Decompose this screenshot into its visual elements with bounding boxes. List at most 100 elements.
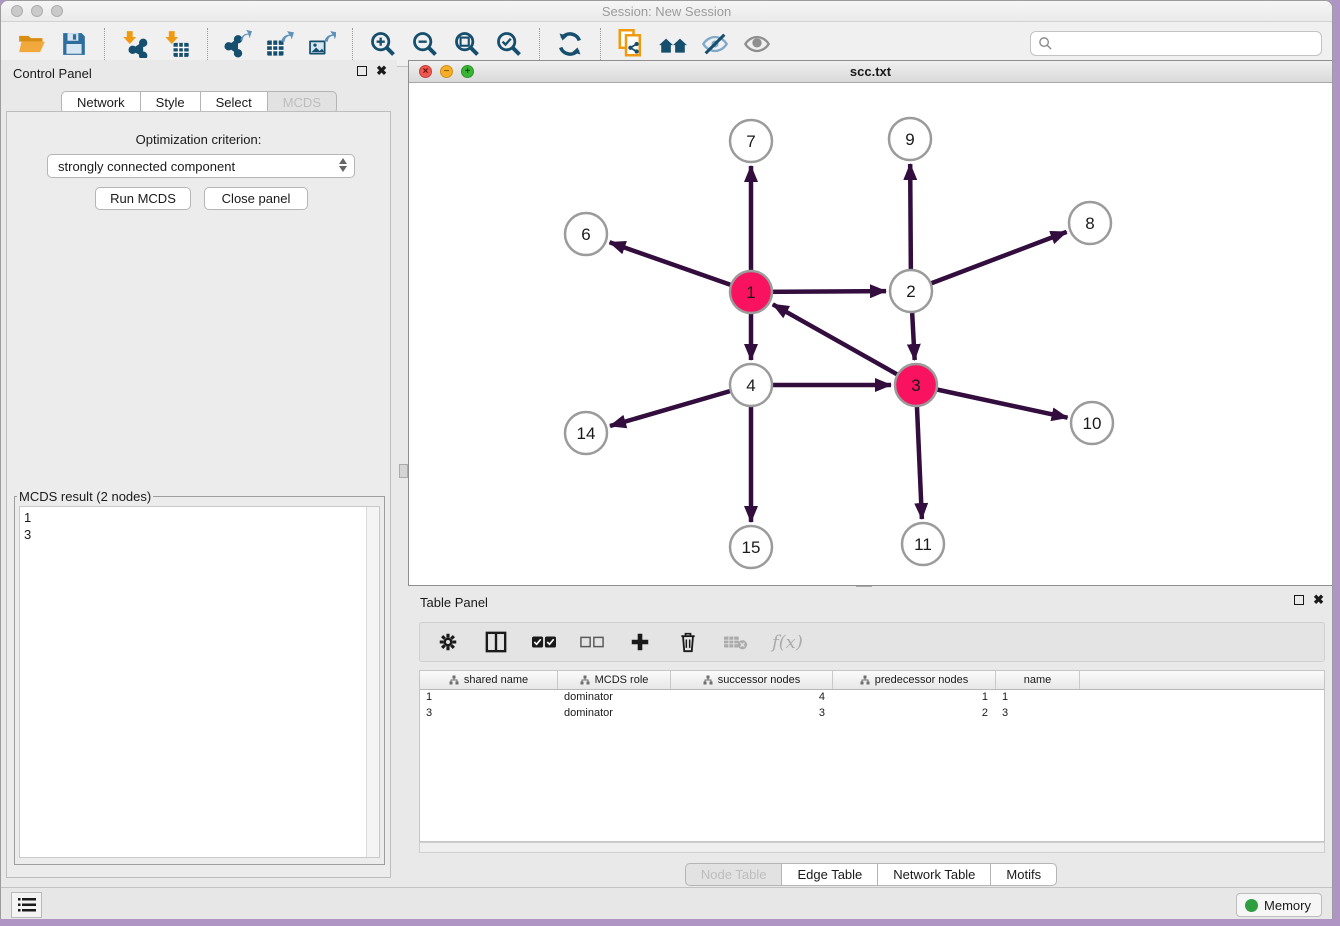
table-tab-motifs[interactable]: Motifs (990, 863, 1057, 886)
node-label-3: 3 (911, 376, 920, 395)
table-settings-icon[interactable] (436, 630, 460, 654)
search-icon (1038, 36, 1053, 51)
table-tabs: Node TableEdge TableNetwork TableMotifs (408, 863, 1333, 886)
cell-mcds-role[interactable]: dominator (558, 706, 671, 722)
close-panel-icon[interactable]: ✖ (376, 66, 387, 76)
mcds-result-title: MCDS result (2 nodes) (17, 489, 153, 504)
table-tab-edge-table[interactable]: Edge Table (781, 863, 878, 886)
close-panel-button[interactable]: Close panel (204, 187, 308, 210)
status-bar: Memory (1, 887, 1332, 919)
control-panel: Control Panel ✖ NetworkStyleSelectMCDS O… (1, 60, 397, 887)
column-header-name[interactable]: name (996, 671, 1080, 689)
split-view-icon[interactable] (484, 630, 508, 654)
select-all-rows-icon[interactable] (532, 630, 556, 654)
table-tab-network-table[interactable]: Network Table (877, 863, 991, 886)
cell-shared-name[interactable]: 3 (420, 706, 558, 722)
zoom-fit-icon[interactable] (452, 29, 482, 59)
edge-3-1[interactable] (773, 304, 916, 385)
mcds-result-fieldset: MCDS result (2 nodes) 13 (14, 489, 385, 865)
mcds-result-line: 3 (24, 526, 375, 543)
panel-divider-grip[interactable] (399, 464, 408, 478)
cell-successor-nodes[interactable]: 3 (671, 706, 833, 722)
column-header-label: shared name (464, 674, 528, 686)
task-list-icon (18, 897, 36, 913)
export-table-icon[interactable] (265, 29, 295, 59)
cell-predecessor-nodes[interactable]: 2 (833, 706, 996, 722)
delete-table-icon (724, 630, 748, 654)
table-tab-node-table[interactable]: Node Table (685, 863, 783, 886)
node-label-10: 10 (1083, 414, 1102, 433)
save-session-icon[interactable] (59, 29, 89, 59)
network-window-title: scc.txt (409, 64, 1332, 79)
network-window: × − + scc.txt 7968124314101511 (408, 60, 1333, 586)
export-image-icon[interactable] (307, 29, 337, 59)
export-network-icon[interactable] (223, 29, 253, 59)
memory-status-icon (1245, 899, 1258, 912)
table-body: 1dominator4113dominator323 (420, 690, 1324, 722)
float-table-panel-icon[interactable] (1294, 595, 1304, 605)
memory-label: Memory (1264, 898, 1311, 913)
cell-mcds-role[interactable]: dominator (558, 690, 671, 706)
result-scrollbar[interactable] (366, 507, 379, 857)
import-network-icon[interactable] (120, 29, 150, 59)
memory-button[interactable]: Memory (1236, 893, 1322, 917)
cell-shared-name[interactable]: 1 (420, 690, 558, 706)
column-header-predecessor-nodes[interactable]: predecessor nodes (833, 671, 996, 689)
table-row[interactable]: 1dominator411 (420, 690, 1324, 706)
table-row[interactable]: 3dominator323 (420, 706, 1324, 722)
optimization-criterion-select[interactable]: strongly connected component (47, 154, 355, 178)
toolbar-separator (600, 28, 601, 60)
optimization-criterion-value: strongly connected component (58, 159, 235, 174)
zoom-in-icon[interactable] (368, 29, 398, 59)
node-label-7: 7 (746, 132, 755, 151)
network-graph[interactable]: 7968124314101511 (409, 83, 1332, 586)
mcds-result-area[interactable]: 13 (19, 506, 380, 858)
open-session-icon[interactable] (17, 29, 47, 59)
table-panel: Table Panel ✖ (408, 587, 1333, 887)
cell-predecessor-nodes[interactable]: 1 (833, 690, 996, 706)
column-header-mcds-role[interactable]: MCDS role (558, 671, 671, 689)
table-horizontal-scrollbar[interactable] (419, 842, 1325, 853)
node-label-15: 15 (742, 538, 761, 557)
node-label-8: 8 (1085, 214, 1094, 233)
zoom-selected-icon[interactable] (494, 29, 524, 59)
column-header-filler (1080, 671, 1324, 689)
search-input[interactable] (1053, 36, 1303, 51)
table-toolbar: f(x) (419, 622, 1325, 662)
home-view-icon[interactable] (658, 29, 688, 59)
run-mcds-button[interactable]: Run MCDS (95, 187, 191, 210)
node-label-11: 11 (914, 535, 932, 554)
column-tree-icon (580, 675, 590, 685)
hide-panels-icon[interactable] (700, 29, 730, 59)
cell-name[interactable]: 1 (996, 690, 1080, 706)
add-column-icon[interactable] (628, 630, 652, 654)
window-titlebar[interactable]: Session: New Session (1, 1, 1332, 22)
search-field[interactable] (1030, 31, 1322, 56)
toolbar-separator (207, 28, 208, 60)
delete-column-icon[interactable] (676, 630, 700, 654)
close-table-panel-icon[interactable]: ✖ (1313, 595, 1324, 605)
clone-network-icon[interactable] (616, 29, 646, 59)
edge-3-10[interactable] (916, 385, 1068, 418)
node-label-6: 6 (581, 225, 590, 244)
refresh-view-icon[interactable] (555, 29, 585, 59)
cell-successor-nodes[interactable]: 4 (671, 690, 833, 706)
column-header-shared-name[interactable]: shared name (420, 671, 558, 689)
node-label-4: 4 (746, 376, 755, 395)
function-builder-icon: f(x) (772, 632, 803, 653)
node-table[interactable]: shared name MCDS role successor nodesprede… (419, 670, 1325, 842)
table-header-row: shared name MCDS role successor nodesprede… (420, 671, 1324, 690)
column-header-label: MCDS role (595, 674, 649, 686)
toolbar-separator (539, 28, 540, 60)
import-table-icon[interactable] (162, 29, 192, 59)
edge-1-6[interactable] (610, 242, 751, 292)
column-header-successor-nodes[interactable]: successor nodes (671, 671, 833, 689)
task-history-button[interactable] (11, 892, 42, 918)
show-graphics-details-icon[interactable] (742, 29, 772, 59)
network-window-titlebar[interactable]: × − + scc.txt (409, 61, 1332, 83)
deselect-all-rows-icon[interactable] (580, 630, 604, 654)
zoom-out-icon[interactable] (410, 29, 440, 59)
cell-name[interactable]: 3 (996, 706, 1080, 722)
float-panel-icon[interactable] (357, 66, 367, 76)
edge-2-8[interactable] (911, 232, 1067, 291)
